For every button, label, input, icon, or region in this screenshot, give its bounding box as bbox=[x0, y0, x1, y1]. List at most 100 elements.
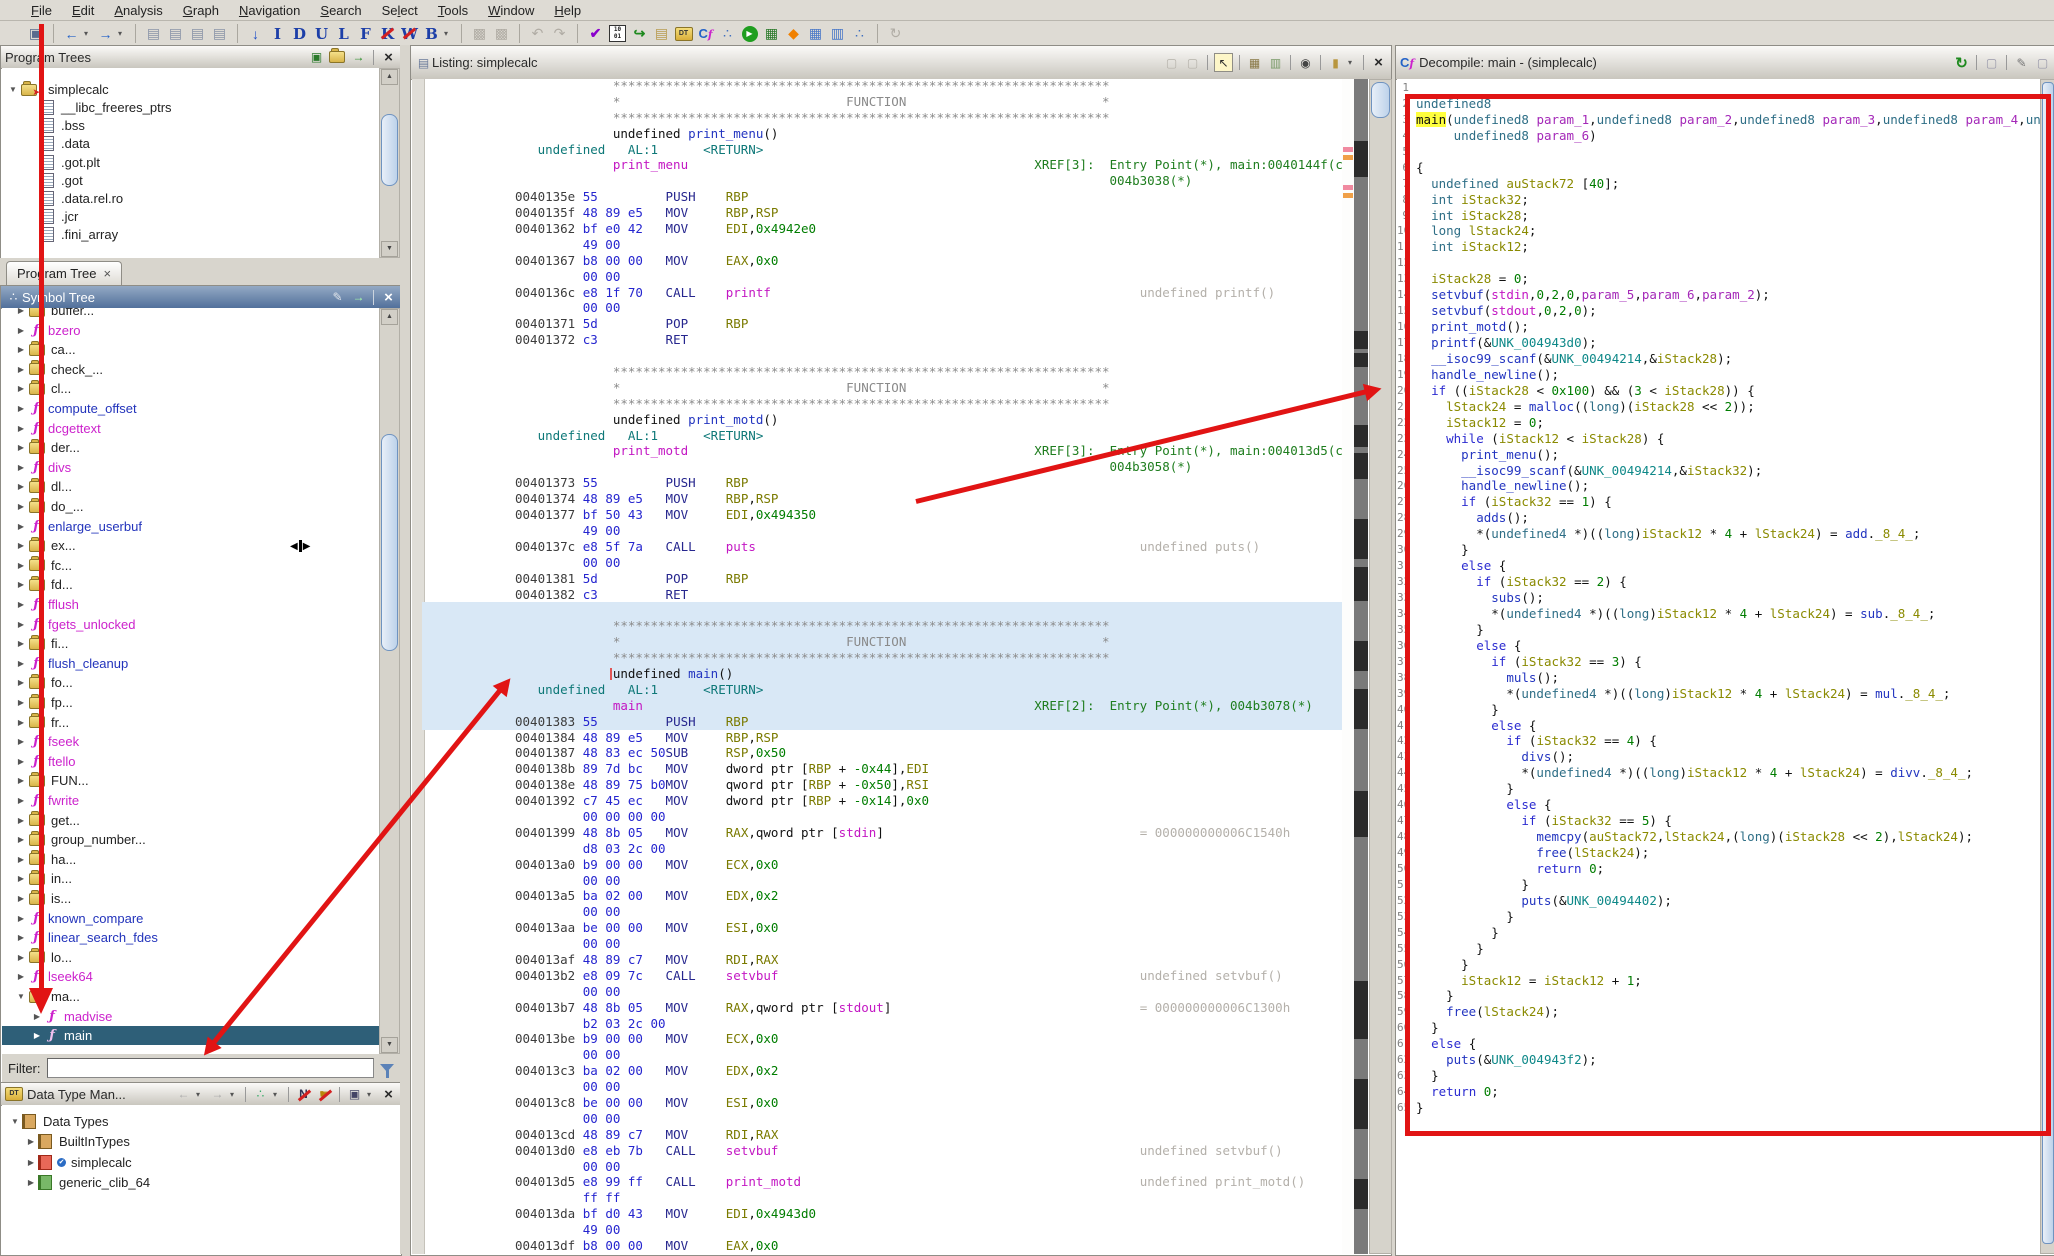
listing-line[interactable]: 004013aa be 00 00 MOV ESI,0x0 bbox=[515, 920, 1390, 936]
vertical-splitter-left[interactable] bbox=[400, 45, 410, 1254]
listing-line[interactable]: 00401383 55 PUSH RBP bbox=[515, 714, 1390, 730]
listing-line[interactable]: 00401392 c7 45 ec MOV dword ptr [RBP + -… bbox=[515, 793, 1390, 809]
dtm-forward-icon[interactable]: → bbox=[209, 1086, 226, 1103]
listing-line[interactable] bbox=[515, 348, 1390, 364]
symbol-tree-item-der[interactable]: ▶der... bbox=[2, 438, 382, 457]
listing-line[interactable]: 00 00 bbox=[515, 300, 1390, 316]
listing-line[interactable]: ****************************************… bbox=[515, 396, 1390, 412]
snapshot-icon[interactable]: ◉ bbox=[1297, 54, 1314, 71]
listing-line[interactable]: 00401382 c3 RET bbox=[515, 587, 1390, 603]
navigation-marker[interactable] bbox=[1343, 193, 1353, 198]
listing-line[interactable]: 004013c8 be 00 00 MOV ESI,0x0 bbox=[515, 1095, 1390, 1111]
symbol-tree-item-ftello[interactable]: ▶ƒftello bbox=[2, 752, 382, 771]
listing-line[interactable]: 00401381 5d POP RBP bbox=[515, 571, 1390, 587]
symbol-tree-item-main[interactable]: ▶ƒmain bbox=[2, 1026, 382, 1045]
program-tree-item[interactable]: .bss bbox=[2, 116, 382, 135]
listing-line[interactable]: 00 00 00 00 bbox=[515, 809, 1390, 825]
dtm-menu-dropdown[interactable]: ▾ bbox=[367, 1090, 376, 1099]
tab-program-tree[interactable]: Program Tree × bbox=[6, 261, 122, 285]
edit-icon[interactable]: ✎ bbox=[2013, 54, 2030, 71]
cursor-tool-icon[interactable]: ↖ bbox=[1214, 53, 1233, 72]
symbol-tree-item-madvise[interactable]: ▶ƒmadvise bbox=[2, 1007, 382, 1026]
toolbar-letter-I[interactable]: I bbox=[268, 24, 287, 43]
listing-line[interactable]: * FUNCTION * bbox=[515, 634, 1390, 650]
listing-line[interactable]: 00 00 bbox=[515, 873, 1390, 889]
listing-line[interactable]: 00401367 b8 00 00 MOV EAX,0x0 bbox=[515, 253, 1390, 269]
menu-help[interactable]: Help bbox=[545, 2, 590, 19]
symbol-tree-item-lo[interactable]: ▶lo... bbox=[2, 948, 382, 967]
dtm-item-simplecalc[interactable]: ▶✔simplecalc bbox=[2, 1153, 382, 1172]
listing-line[interactable]: 0040137c e8 5f 7a CALL puts undefined pu… bbox=[515, 539, 1390, 555]
table-export-icon[interactable]: ▥ bbox=[828, 24, 847, 43]
hierarchy-icon[interactable]: ∴ bbox=[850, 24, 869, 43]
new-tree-icon[interactable]: ▣ bbox=[308, 49, 325, 66]
listing-line[interactable]: 004013a0 b9 00 00 MOV ECX,0x0 bbox=[515, 857, 1390, 873]
window-icon[interactable]: ▣ bbox=[346, 1086, 363, 1103]
listing-line[interactable]: 00401399 48 8b 05 MOV RAX,qword ptr [std… bbox=[515, 825, 1390, 841]
redo-icon[interactable]: ↷ bbox=[550, 24, 569, 43]
symbol-tree-item-dcgettext[interactable]: ▶ƒdcgettext bbox=[2, 419, 382, 438]
listing-line[interactable]: b2 03 2c 00 bbox=[515, 1016, 1390, 1032]
symbol-tree-item-lseek64[interactable]: ▶ƒlseek64 bbox=[2, 967, 382, 986]
nav-back-icon[interactable]: ← bbox=[62, 24, 81, 43]
symbol-tree-item-known_compare[interactable]: ▶ƒknown_compare bbox=[2, 909, 382, 928]
listing-line[interactable]: 004013c3 ba 02 00 MOV EDX,0x2 bbox=[515, 1063, 1390, 1079]
toolbar-letter-U[interactable]: U bbox=[312, 24, 331, 43]
program-tree-item[interactable]: .jcr bbox=[2, 207, 382, 226]
listing-line[interactable]: undefined AL:1 <RETURN> bbox=[515, 142, 1390, 158]
listing-line[interactable]: ****************************************… bbox=[515, 650, 1390, 666]
listing-line[interactable]: 00401377 bf 50 43 MOV EDI,0x494350 bbox=[515, 507, 1390, 523]
navigation-marker[interactable] bbox=[1343, 185, 1353, 190]
dtm-back-icon[interactable]: ← bbox=[175, 1086, 192, 1103]
symbol-tree-item-group_number[interactable]: ▶group_number... bbox=[2, 830, 382, 849]
filter-icon[interactable] bbox=[380, 1064, 394, 1072]
program-tree-item[interactable]: .fini_array bbox=[2, 225, 382, 244]
listing-line[interactable]: 004013cd 48 89 c7 MOV RDI,RAX bbox=[515, 1127, 1390, 1143]
program-tree-item[interactable]: __libc_freeres_ptrs bbox=[2, 98, 382, 117]
symbol-tree-item-check_[interactable]: ▶check_... bbox=[2, 360, 382, 379]
toolbar-letter-L[interactable]: L bbox=[334, 24, 353, 43]
listing-line[interactable]: 00401372 c3 RET bbox=[515, 332, 1390, 348]
dtm-tree-dropdown[interactable]: ▾ bbox=[273, 1090, 282, 1099]
dtm-item-root[interactable]: ▼Data Types bbox=[2, 1112, 382, 1131]
listing-line[interactable]: print_motd XREF[3]: Entry Point(*), main… bbox=[515, 443, 1390, 459]
datatype-folder-icon[interactable]: DT bbox=[674, 24, 693, 43]
listing-line[interactable]: 004013b7 48 8b 05 MOV RAX,qword ptr [std… bbox=[515, 1000, 1390, 1016]
program-tree-item[interactable]: .got bbox=[2, 171, 382, 190]
open-folder-icon[interactable] bbox=[329, 49, 346, 66]
memory-chip-icon[interactable]: ▦ bbox=[762, 24, 781, 43]
letter-B-dropdown[interactable]: ▾ bbox=[444, 29, 453, 38]
listing-line[interactable]: 00 00 bbox=[515, 936, 1390, 952]
listing-line[interactable]: undefined main() bbox=[515, 666, 1390, 682]
menu-tools[interactable]: Tools bbox=[429, 2, 477, 19]
symbol-tree-item-fp[interactable]: ▶fp... bbox=[2, 693, 382, 712]
menu-window[interactable]: Window bbox=[479, 2, 543, 19]
symbol-tree-item-bzero[interactable]: ▶ƒbzero bbox=[2, 321, 382, 340]
symbol-tree-item-buffer[interactable]: ▶buffer... bbox=[2, 308, 382, 320]
menu-select[interactable]: Select bbox=[373, 2, 427, 19]
listing-line[interactable]: 00 00 bbox=[515, 1079, 1390, 1095]
listing-line[interactable]: 004013df b8 00 00 MOV EAX,0x0 bbox=[515, 1238, 1390, 1254]
symbol-tree-item-ex[interactable]: ▶ex... bbox=[2, 536, 382, 555]
close-icon[interactable]: × bbox=[380, 289, 397, 306]
listing-line[interactable]: 49 00 bbox=[515, 523, 1390, 539]
symbol-tree-item-in[interactable]: ▶in... bbox=[2, 869, 382, 888]
margin-dropdown[interactable]: ▾ bbox=[1348, 58, 1357, 67]
listing-content[interactable]: ****************************************… bbox=[412, 79, 1390, 1254]
menu-search[interactable]: Search bbox=[311, 2, 370, 19]
c-source-icon[interactable]: Cf bbox=[696, 24, 715, 43]
symbol-tree-item-fi[interactable]: ▶fi... bbox=[2, 634, 382, 653]
symbol-tree-item-flush_cleanup[interactable]: ▶ƒflush_cleanup bbox=[2, 654, 382, 673]
symbol-tree-item-fwrite[interactable]: ▶ƒfwrite bbox=[2, 791, 382, 810]
undo-icon[interactable]: ↶ bbox=[528, 24, 547, 43]
import-symbols-icon[interactable]: → bbox=[350, 289, 367, 306]
symbol-tree-item-fo[interactable]: ▶fo... bbox=[2, 673, 382, 692]
listing-line[interactable]: 00 00 bbox=[515, 1047, 1390, 1063]
binary-format-icon[interactable]: 10 01 bbox=[608, 24, 627, 43]
listing-line[interactable]: 0040135e 55 PUSH RBP bbox=[515, 189, 1390, 205]
symbol-tree-item-FUN[interactable]: ▶FUN... bbox=[2, 771, 382, 790]
program-tree-item[interactable]: .data.rel.ro bbox=[2, 189, 382, 208]
listing-line[interactable]: ff ff bbox=[515, 1190, 1390, 1206]
listing-line[interactable]: 004013d0 e8 eb 7b CALL setvbuf undefined… bbox=[515, 1143, 1390, 1159]
listing-line[interactable]: undefined AL:1 <RETURN> bbox=[515, 428, 1390, 444]
